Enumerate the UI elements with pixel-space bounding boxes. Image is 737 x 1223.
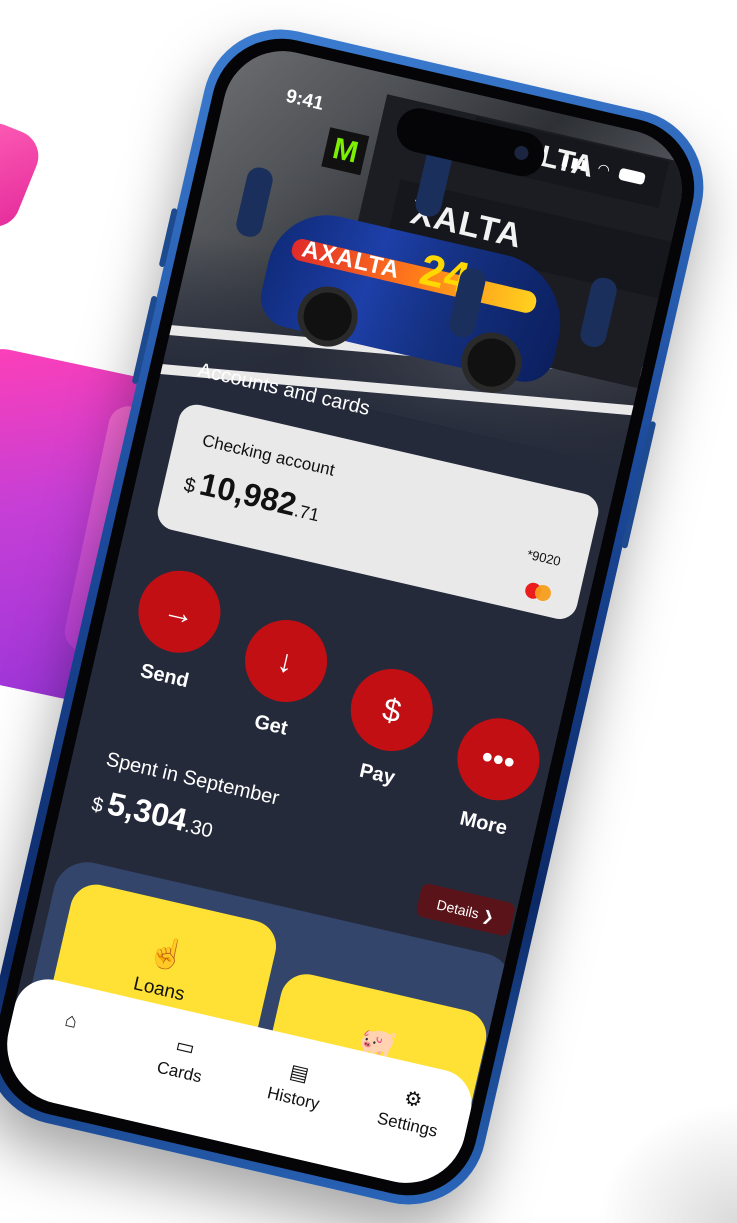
get-label: Get xyxy=(252,710,290,740)
pit-crew-member xyxy=(233,165,276,240)
decorative-texture xyxy=(597,1103,737,1223)
phone-bezel: AXALTA XALTA M AXALTA 24 9:41 ▮▮▮ xyxy=(0,24,709,1210)
home-icon: ⌂ xyxy=(62,1008,80,1033)
spent-cents: .30 xyxy=(182,814,215,843)
app-screen: AXALTA XALTA M AXALTA 24 9:41 ▮▮▮ xyxy=(0,39,694,1195)
arrow-right-icon[interactable]: → xyxy=(130,562,229,661)
balance-whole: 10,982 xyxy=(196,465,300,523)
mastercard-icon xyxy=(523,581,553,603)
send-action[interactable]: → Send xyxy=(99,561,236,769)
get-action[interactable]: ↓ Get xyxy=(211,610,342,794)
dollar-icon[interactable]: $ xyxy=(342,660,442,760)
balance-currency: $ xyxy=(181,473,198,498)
spent-currency: $ xyxy=(89,793,106,818)
tab-cards[interactable]: ▭ Cards xyxy=(123,1023,241,1095)
wifi-icon: ◠ xyxy=(596,159,614,179)
car-wheel xyxy=(455,326,528,399)
sponsor-sign: M xyxy=(321,127,370,176)
pay-action[interactable]: $ Pay xyxy=(322,659,448,820)
decorative-pink-cube-small xyxy=(0,115,47,235)
car-brand-text: AXALTA xyxy=(299,235,403,285)
details-button[interactable]: Details ❯ xyxy=(415,882,517,938)
arrow-down-icon[interactable]: ↓ xyxy=(236,611,335,711)
more-dots-icon[interactable]: ••• xyxy=(449,710,548,809)
send-label: Send xyxy=(138,659,191,693)
balance-cents: .71 xyxy=(292,500,322,526)
tab-history[interactable]: ▤ History xyxy=(237,1049,355,1121)
more-label: More xyxy=(457,807,510,840)
more-action[interactable]: ••• More xyxy=(434,709,554,847)
pay-label: Pay xyxy=(357,759,398,790)
spent-whole: 5,304 xyxy=(104,785,191,839)
battery-icon xyxy=(618,167,647,185)
card-masked-number: *9020 xyxy=(525,546,563,569)
tab-settings[interactable]: ⚙ Settings xyxy=(351,1076,469,1148)
phone-frame: AXALTA XALTA M AXALTA 24 9:41 ▮▮▮ xyxy=(0,14,719,1221)
hero-image: AXALTA XALTA M AXALTA 24 xyxy=(124,39,694,467)
tab-home[interactable]: ⌂ xyxy=(15,997,128,1045)
